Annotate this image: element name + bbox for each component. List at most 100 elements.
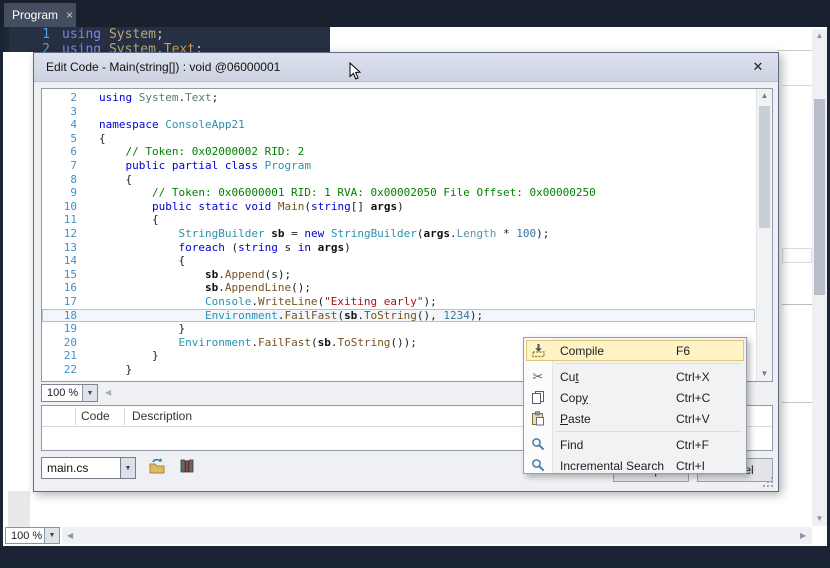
context-menu: CompileF6✂CutCtrl+XCopyCtrl+CPasteCtrl+V…	[523, 337, 747, 474]
chevron-down-icon[interactable]: ▼	[44, 528, 59, 543]
main-vertical-scrollbar[interactable]: ▲ ▼	[812, 29, 827, 526]
editor-zoom-value: 100 %	[42, 387, 82, 399]
line-number: 2	[42, 91, 92, 105]
menu-item-shortcut: Ctrl+V	[676, 412, 710, 426]
line-number: 9	[42, 186, 92, 200]
add-document-icon	[148, 457, 166, 480]
code-text: {	[99, 254, 185, 267]
chevron-down-icon[interactable]: ▼	[120, 458, 135, 478]
assembly-references-icon	[178, 457, 196, 480]
compile-icon	[530, 343, 546, 359]
code-text: StringBuilder sb = new StringBuilder(arg…	[99, 227, 549, 240]
code-line: 7 public partial class Program	[42, 159, 755, 173]
code-text: namespace ConsoleApp21	[99, 118, 245, 131]
code-line: 15 sb.Append(s);	[42, 268, 755, 282]
code-text: public static void Main(string[] args)	[99, 200, 404, 213]
code-text: Console.WriteLine("Exiting early");	[99, 295, 437, 308]
line-number: 11	[42, 213, 92, 227]
code-line: 8 {	[42, 173, 755, 187]
column-header-description: Description	[132, 409, 192, 423]
code-line: 19 }	[42, 322, 755, 336]
menu-item-label: Paste	[560, 412, 591, 426]
scroll-down-icon[interactable]: ▼	[812, 515, 827, 523]
code-line: 17 Console.WriteLine("Exiting early");	[42, 295, 755, 309]
tab-label: Program	[12, 8, 58, 22]
line-number: 3	[42, 105, 92, 119]
scroll-up-icon[interactable]: ▲	[757, 92, 772, 100]
main-zoom-combobox[interactable]: 100 % ▼	[5, 527, 60, 544]
code-text: using System.Text;	[62, 42, 203, 52]
code-line: 2 using System.Text;	[42, 91, 755, 105]
menu-item-cut[interactable]: ✂CutCtrl+X	[524, 366, 746, 387]
editor-zoom-combobox[interactable]: 100 % ▼	[41, 384, 98, 402]
menu-item-shortcut: F6	[676, 344, 690, 358]
code-text: }	[99, 363, 132, 376]
chevron-down-icon[interactable]: ▼	[82, 385, 97, 401]
tab-bar: Program ×	[0, 0, 830, 27]
assembly-references-button[interactable]	[177, 458, 197, 478]
tab-program[interactable]: Program ×	[4, 3, 76, 27]
background-artifact	[782, 248, 812, 263]
menu-item-paste[interactable]: Paste Ctrl+V	[524, 408, 746, 429]
line-number: 6	[42, 145, 92, 159]
scroll-thumb[interactable]	[759, 106, 770, 228]
code-line: 6 // Token: 0x02000002 RID: 2	[42, 145, 755, 159]
line-number: 19	[42, 322, 92, 336]
dialog-titlebar[interactable]: Edit Code - Main(string[]) : void @06000…	[34, 53, 778, 82]
menu-item-compile[interactable]: Compile F6	[526, 340, 744, 361]
code-text: {	[99, 173, 132, 186]
line-number: 1	[3, 27, 55, 42]
menu-item-shortcut: Ctrl+F	[676, 438, 709, 452]
line-number: 5	[42, 132, 92, 146]
main-code-view[interactable]: 1using System;2using System.Text;	[3, 27, 330, 52]
file-combobox[interactable]: main.cs ▼	[41, 457, 136, 479]
main-zoom-value: 100 %	[6, 530, 44, 542]
resize-grip[interactable]	[761, 475, 773, 487]
incremental-search-icon	[530, 458, 546, 474]
background-artifact	[777, 50, 813, 51]
code-text: }	[99, 349, 159, 362]
background-artifact	[782, 85, 813, 86]
code-text: using System.Text;	[99, 91, 218, 104]
scroll-right-icon[interactable]: ▶	[800, 532, 806, 540]
main-horizontal-scrollbar[interactable]: ◀ ▶	[62, 527, 812, 544]
add-document-button[interactable]	[147, 458, 167, 478]
menu-item-label: Cut	[560, 370, 579, 384]
code-line: 14 {	[42, 254, 755, 268]
find-icon	[530, 437, 546, 453]
indicator-margin	[8, 491, 30, 527]
code-line: 9 // Token: 0x06000001 RID: 1 RVA: 0x000…	[42, 186, 755, 200]
dialog-title: Edit Code - Main(string[]) : void @06000…	[46, 60, 280, 74]
code-text: sb.Append(s);	[99, 268, 291, 281]
code-text: }	[99, 322, 185, 335]
code-line: 11 {	[42, 213, 755, 227]
column-divider	[124, 408, 125, 425]
cut-icon: ✂	[530, 369, 546, 385]
tab-close-icon[interactable]: ×	[66, 9, 73, 21]
menu-separator	[556, 363, 742, 364]
scroll-down-icon[interactable]: ▼	[757, 370, 772, 378]
code-line: 12 StringBuilder sb = new StringBuilder(…	[42, 227, 755, 241]
code-line: 5{	[42, 132, 755, 146]
menu-item-copy[interactable]: CopyCtrl+C	[524, 387, 746, 408]
scroll-left-icon[interactable]: ◀	[105, 389, 111, 397]
editor-vertical-scrollbar[interactable]: ▲ ▼	[756, 89, 772, 381]
dialog-close-icon[interactable]: ✕	[746, 57, 770, 77]
mouse-cursor	[349, 62, 362, 86]
paste-icon	[530, 411, 546, 427]
app-window: Program × 1using System;2using System.Te…	[0, 0, 830, 568]
line-number: 7	[42, 159, 92, 173]
menu-item-label: Compile	[560, 344, 604, 358]
scroll-left-icon[interactable]: ◀	[67, 532, 73, 540]
scroll-thumb[interactable]	[814, 99, 825, 295]
line-number: 4	[42, 118, 92, 132]
line-number: 17	[42, 295, 92, 309]
line-number: 8	[42, 173, 92, 187]
menu-item-incremental-search[interactable]: Incremental SearchCtrl+I	[524, 455, 746, 476]
menu-item-find[interactable]: FindCtrl+F	[524, 434, 746, 455]
code-line: 2using System.Text;	[3, 42, 330, 52]
code-text: sb.AppendLine();	[99, 281, 311, 294]
scroll-up-icon[interactable]: ▲	[812, 32, 827, 40]
code-line: 1using System;	[3, 27, 330, 42]
line-number: 15	[42, 268, 92, 282]
